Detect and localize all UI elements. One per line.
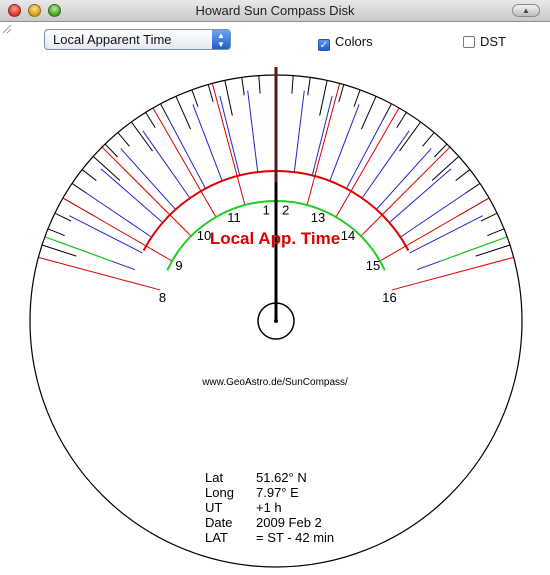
azimuth-tick (81, 169, 97, 182)
azimuth-tick (92, 156, 121, 181)
website-url: www.GeoAstro.de/SunCompass/ (201, 377, 348, 388)
hour-label-9: 9 (175, 258, 182, 273)
blue-ray (142, 130, 191, 199)
red-hour-ray (38, 256, 161, 291)
main-content: Local Apparent Time ▲ ▼ ✓ Colors DST 8 9 10 1… (0, 22, 550, 575)
hour-label-2: 2 (282, 202, 289, 217)
blue-ray (293, 90, 305, 173)
blue-ray (329, 104, 360, 182)
info-panel: Lat 51.62° N Long 7.97° E UT +1 h Date 2… (205, 470, 334, 545)
azimuth-tick (191, 89, 199, 107)
azimuth-tick (258, 75, 261, 94)
azimuth-tick (422, 132, 435, 147)
blue-ray (120, 148, 177, 210)
azimuth-tick (319, 80, 328, 116)
azimuth-tick (145, 112, 156, 128)
blue-ray (345, 115, 386, 189)
azimuth-tick (224, 80, 233, 116)
blue-ray (166, 115, 207, 189)
blue-ray (69, 215, 143, 254)
hour-label-16: 16 (382, 290, 396, 305)
gnomon-center-dot (274, 319, 278, 323)
hour-label-1: 1 (263, 202, 270, 217)
hour-label-11: 11 (227, 210, 241, 225)
hour-label-13: 13 (311, 210, 325, 225)
title-bar: Howard Sun Compass Disk ▲ (0, 0, 550, 22)
info-key-lat-time: LAT (205, 530, 228, 545)
azimuth-tick (480, 212, 498, 222)
hour-labels: 8910111 213141516 (159, 202, 397, 304)
info-value-long: 7.97° E (256, 485, 299, 500)
resize-grip-icon[interactable] (0, 22, 12, 34)
azimuth-tick (431, 156, 460, 181)
info-value-date: 2009 Feb 2 (256, 515, 322, 530)
sun-compass-disk: 8910111 213141516 Local App. Time www.Geo… (29, 67, 523, 568)
azimuth-tick (338, 84, 345, 102)
azimuth-tick (434, 143, 448, 158)
hour-label-14: 14 (341, 228, 355, 243)
red-hour-ray (152, 107, 217, 218)
center-label: Local App. Time (210, 229, 340, 248)
azimuth-tick (54, 212, 72, 222)
red-hour-ray (211, 83, 246, 206)
azimuth-tick (131, 121, 153, 152)
azimuth-tick (360, 96, 377, 130)
azimuth-tick (104, 143, 118, 158)
azimuth-tick (207, 84, 214, 102)
blue-ray (361, 130, 410, 199)
hour-label-15: 15 (366, 258, 380, 273)
blue-ray (83, 190, 152, 238)
azimuth-tick (353, 89, 361, 107)
info-key-ut: UT (205, 500, 222, 515)
blue-ray (409, 215, 483, 254)
red-hour-ray (391, 256, 514, 291)
azimuth-tick (307, 77, 311, 96)
info-value-lat-time: = ST - 42 min (256, 530, 334, 545)
azimuth-tick (399, 121, 421, 152)
info-key-date: Date (205, 515, 232, 530)
red-hour-ray (379, 197, 490, 262)
red-hour-ray (306, 83, 341, 206)
window-title: Howard Sun Compass Disk (195, 3, 355, 18)
red-hour-ray (101, 146, 192, 237)
app-window: Howard Sun Compass Disk ▲ Local Apparent… (0, 0, 550, 575)
red-hour-ray (335, 107, 400, 218)
blue-ray (247, 90, 259, 173)
info-key-long: Long (205, 485, 234, 500)
azimuth-tick (291, 75, 294, 94)
blue-ray (219, 95, 241, 176)
info-key-lat: Lat (205, 470, 223, 485)
azimuth-tick (487, 228, 505, 237)
azimuth-tick (396, 112, 407, 128)
blue-ray (192, 104, 223, 182)
blue-ray (311, 95, 333, 176)
toolbar-toggle-button[interactable]: ▲ (512, 4, 540, 17)
azimuth-tick (117, 132, 130, 147)
red-hour-ray (62, 197, 173, 262)
blue-ray (375, 148, 432, 210)
hour-label-8: 8 (159, 290, 166, 305)
azimuth-tick (241, 77, 245, 96)
azimuth-tick (455, 169, 471, 182)
azimuth-tick (47, 228, 65, 237)
info-value-ut: +1 h (256, 500, 282, 515)
info-value-lat: 51.62° N (256, 470, 307, 485)
blue-ray (400, 190, 469, 238)
azimuth-tick (175, 96, 192, 130)
red-hour-ray (360, 146, 451, 237)
